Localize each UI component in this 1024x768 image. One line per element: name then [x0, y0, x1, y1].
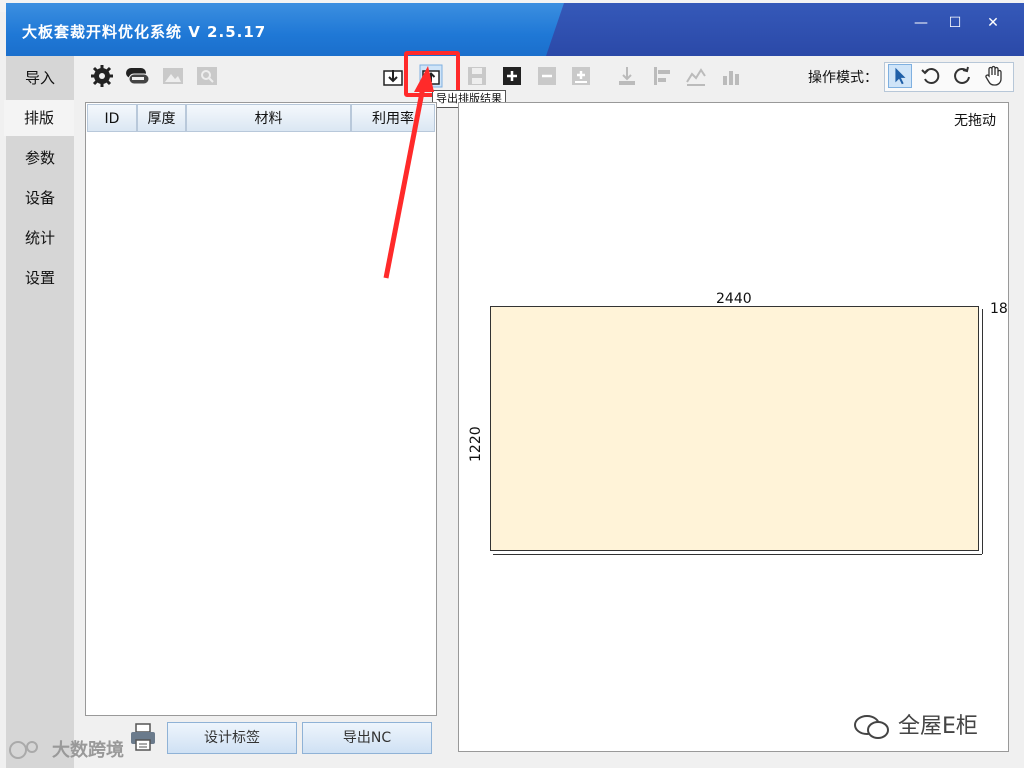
add-icon[interactable]	[500, 64, 524, 88]
remove-icon[interactable]	[535, 64, 559, 88]
annotation-arrow-icon	[383, 66, 434, 279]
rotate-ccw-icon[interactable]	[919, 64, 943, 88]
export-nc-button[interactable]: 导出NC	[302, 722, 432, 754]
board-sheet[interactable]	[490, 306, 979, 551]
board-width-label: 2440	[716, 291, 752, 307]
settings-gear-icon[interactable]	[90, 64, 114, 88]
align-bottom-icon[interactable]	[615, 64, 639, 88]
nav-item-layout[interactable]: 排版	[4, 100, 74, 136]
nav-item-params[interactable]: 参数	[6, 140, 74, 176]
board-height-label: 1220	[468, 426, 484, 462]
minimize-button[interactable]: —	[904, 11, 938, 35]
save-icon[interactable]	[465, 64, 489, 88]
app-title: 大板套裁开料优化系统 V 2.5.17	[22, 23, 267, 41]
board-thickness-label: 18	[990, 301, 1008, 317]
column-header-thickness[interactable]: 厚度	[137, 104, 186, 132]
weibo-icon	[8, 738, 48, 766]
rotate-cw-icon[interactable]	[950, 64, 974, 88]
watermark-right: 全屋E柜	[898, 714, 978, 739]
watermark-left: 大数跨境	[52, 740, 124, 761]
image-search-icon[interactable]	[195, 64, 219, 88]
printer-icon[interactable]	[128, 722, 158, 752]
column-header-material[interactable]: 材料	[186, 104, 351, 132]
drag-status-label: 无拖动	[954, 113, 996, 129]
chart-icon[interactable]	[684, 64, 708, 88]
close-button[interactable]: ✕	[976, 11, 1010, 35]
design-label-button[interactable]: 设计标签	[167, 722, 297, 754]
wechat-icon	[852, 712, 892, 746]
column-header-id[interactable]: ID	[87, 104, 137, 132]
maximize-button[interactable]: ☐	[938, 11, 972, 35]
operation-mode-label: 操作模式：	[808, 70, 878, 86]
nav-item-stats[interactable]: 统计	[6, 220, 74, 256]
nav-item-device[interactable]: 设备	[6, 180, 74, 216]
title-bar: 大板套裁开料优化系统 V 2.5.17 — ☐ ✕	[6, 3, 1024, 56]
select-cursor-icon[interactable]	[888, 64, 912, 88]
bar-chart-icon[interactable]	[719, 64, 743, 88]
nav-item-settings[interactable]: 设置	[6, 260, 74, 296]
image-icon[interactable]	[161, 64, 185, 88]
align-left-icon[interactable]	[650, 64, 674, 88]
add-sheet-icon[interactable]	[569, 64, 593, 88]
pan-hand-icon[interactable]	[982, 64, 1006, 88]
board-edge-right	[979, 309, 983, 554]
board-edge-bottom	[493, 551, 982, 555]
nav-item-import[interactable]: 导入	[6, 60, 74, 96]
layers-icon[interactable]	[124, 64, 152, 88]
